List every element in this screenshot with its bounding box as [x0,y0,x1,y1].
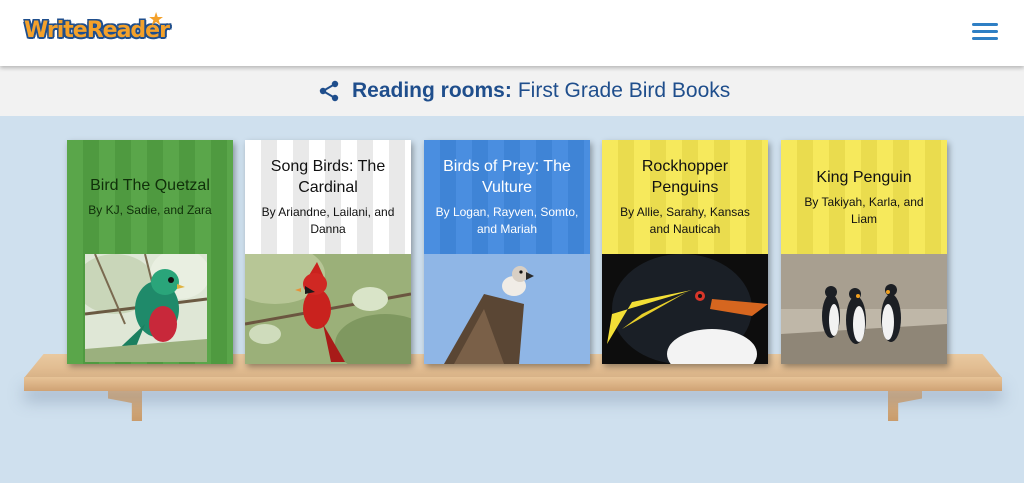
book-title: King Penguin [816,168,912,186]
book-cover: King Penguin By Takiyah, Karla, and Liam [781,140,947,254]
quetzal-image [85,254,207,362]
book-card-cardinal[interactable]: Song Birds: The Cardinal By Ariandne, La… [245,140,411,364]
star-icon: ★ [148,9,165,29]
book-cover: Birds of Prey: The Vulture By Logan, Ray… [424,140,590,254]
book-card-vulture[interactable]: Birds of Prey: The Vulture By Logan, Ray… [424,140,590,364]
rockhopper-penguin-image [602,254,768,364]
room-name: First Grade Bird Books [517,79,731,102]
hamburger-menu-icon[interactable] [970,20,1000,44]
book-title: Bird The Quetzal [90,177,210,194]
shelf-bracket-right [888,391,922,421]
writereader-logo[interactable]: WriteReader ★ [24,9,170,52]
book-authors: By Allie, Sarahy, Kansas and Nauticah [620,205,750,236]
book-cover: Song Birds: The Cardinal By Ariandne, La… [245,140,411,254]
book-title: Birds of Prey: The Vulture [443,158,571,196]
book-authors: By Takiyah, Karla, and Liam [804,194,924,226]
cardinal-image [245,254,411,364]
bookshelf-edge [24,377,1002,391]
book-cover: Rockhopper Penguins By Allie, Sarahy, Ka… [602,140,768,254]
book-card-rockhopper[interactable]: Rockhopper Penguins By Allie, Sarahy, Ka… [602,140,768,364]
book-title: Song Birds: The Cardinal [270,158,386,196]
king-penguin-image [781,254,947,364]
book-card-king-penguin[interactable]: King Penguin By Takiyah, Karla, and Liam [781,140,947,364]
vulture-image [424,254,590,364]
book-card-quetzal[interactable]: Bird The Quetzal By KJ, Sadie, and Zara [67,140,233,364]
share-icon[interactable] [318,80,340,102]
shelf-bracket-left [108,391,142,421]
reading-room-bar: Reading rooms: First Grade Bird Books [0,66,1024,116]
book-cover: Bird The Quetzal By KJ, Sadie, and Zara [67,140,233,254]
book-authors: By Logan, Rayven, Somto, and Mariah [435,205,579,236]
book-authors: By Ariandne, Lailani, and Danna [261,205,395,236]
book-authors: By KJ, Sadie, and Zara [88,203,212,217]
app-header: WriteReader ★ [0,0,1024,66]
reading-rooms-label: Reading rooms: [352,79,512,102]
book-title: Rockhopper Penguins [641,158,729,196]
